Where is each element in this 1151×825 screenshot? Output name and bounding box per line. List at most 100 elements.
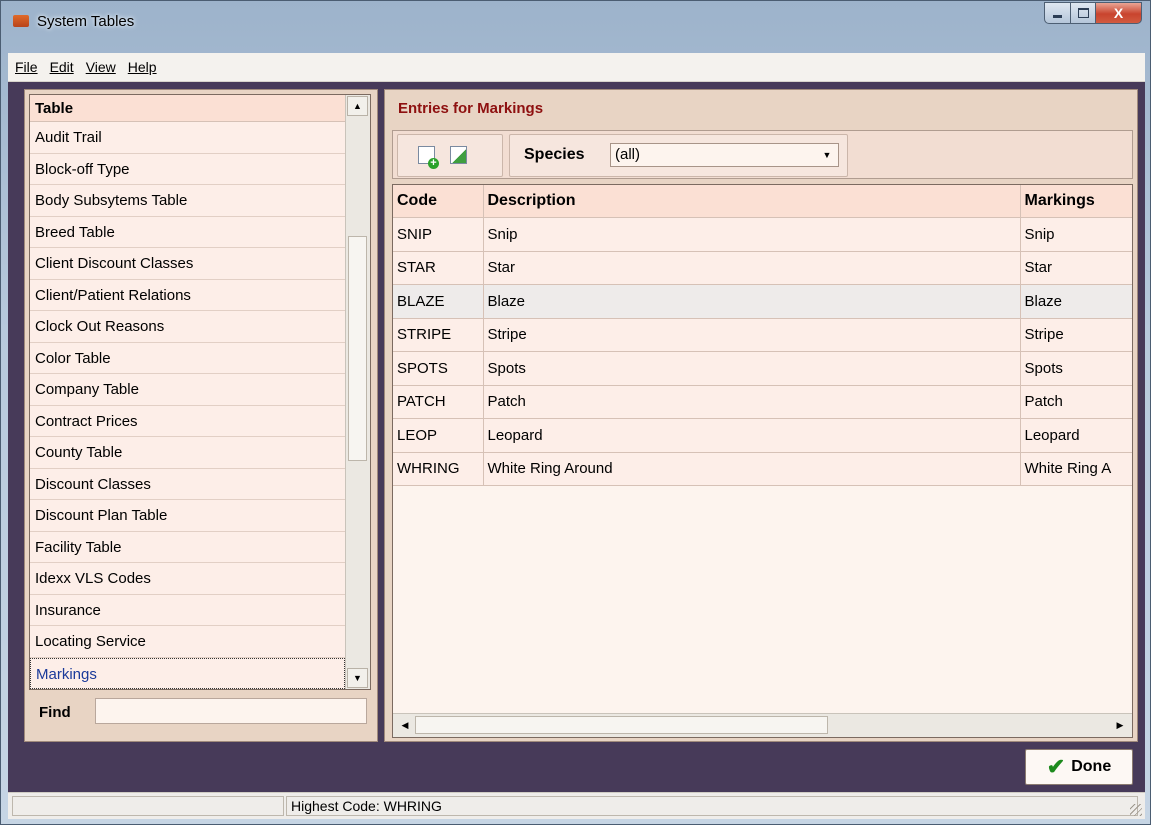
maximize-icon — [1077, 8, 1089, 18]
entries-table: Code Description Markings SNIP Snip Snip ST… — [393, 185, 1132, 486]
table-row[interactable]: STAR Star Star — [393, 251, 1132, 285]
species-select[interactable]: (all) ▼ — [610, 143, 839, 167]
title-bar[interactable]: System Tables X — [1, 1, 1150, 50]
code-cell[interactable]: STRIPE — [393, 318, 484, 352]
description-cell[interactable]: Spots — [483, 351, 1021, 386]
markings-cell[interactable]: Leopard — [1020, 418, 1132, 453]
entries-panel: Entries for Markings Species (all) ▼ — [384, 89, 1138, 742]
code-cell[interactable]: PATCH — [393, 385, 484, 419]
table-list-item[interactable]: Idexx VLS Codes — [30, 563, 345, 595]
entries-grid[interactable]: Code Description Markings SNIP Snip Snip ST… — [392, 184, 1133, 738]
find-input[interactable] — [95, 698, 367, 724]
table-list-item[interactable]: Clock Out Reasons — [30, 311, 345, 343]
scroll-down-button[interactable]: ▼ — [347, 668, 368, 688]
window-title: System Tables — [37, 13, 135, 30]
table-row[interactable]: STRIPE Stripe Stripe — [393, 318, 1132, 352]
minimize-icon — [1053, 14, 1062, 18]
markings-cell[interactable]: Patch — [1020, 385, 1132, 419]
table-list-item[interactable]: Company Table — [30, 374, 345, 406]
table-list-item[interactable]: Discount Classes — [30, 468, 345, 500]
description-cell[interactable]: Patch — [483, 385, 1021, 419]
code-cell[interactable]: LEOP — [393, 418, 484, 453]
table-list-item[interactable]: Breed Table — [30, 216, 345, 248]
table-list[interactable]: Table Audit Trail Block-off Type Body Subs… — [29, 94, 371, 690]
scroll-up-button[interactable]: ▲ — [347, 96, 368, 116]
entries-header-row: Code Description Markings — [393, 185, 1132, 218]
species-label: Species — [524, 146, 585, 163]
table-row[interactable]: BLAZE Blaze Blaze — [393, 284, 1132, 319]
table-list-rows: Audit Trail Block-off Type Body Subsytems … — [30, 122, 345, 689]
table-list-item[interactable]: Client/Patient Relations — [30, 279, 345, 311]
scroll-right-button[interactable]: ▶ — [1110, 715, 1130, 735]
markings-cell[interactable]: Stripe — [1020, 318, 1132, 352]
column-header-description[interactable]: Description — [483, 185, 1021, 218]
markings-cell[interactable]: White Ring A — [1020, 452, 1132, 486]
table-row[interactable]: SNIP Snip Snip — [393, 217, 1132, 252]
table-list-header[interactable]: Table — [30, 95, 345, 122]
description-cell[interactable]: Stripe — [483, 318, 1021, 352]
markings-cell[interactable]: Star — [1020, 251, 1132, 285]
minimize-button[interactable] — [1044, 2, 1071, 24]
toolbar-button-group — [397, 134, 503, 177]
entries-hscrollbar[interactable]: ◀ ▶ — [393, 713, 1132, 737]
table-list-item[interactable]: Color Table — [30, 342, 345, 374]
close-button[interactable]: X — [1096, 2, 1142, 24]
table-list-item[interactable]: Markings — [30, 657, 345, 689]
description-cell[interactable]: Blaze — [483, 284, 1021, 319]
resize-grip-icon[interactable] — [1130, 804, 1142, 816]
scroll-left-button[interactable]: ◀ — [395, 715, 415, 735]
table-list-item[interactable]: County Table — [30, 437, 345, 469]
code-cell[interactable]: STAR — [393, 251, 484, 285]
table-list-item[interactable]: Body Subsytems Table — [30, 185, 345, 217]
table-list-item[interactable]: Insurance — [30, 594, 345, 626]
find-label: Find — [39, 704, 71, 721]
entries-toolbar: Species (all) ▼ — [392, 130, 1133, 179]
hscroll-thumb[interactable] — [415, 716, 828, 734]
done-button[interactable]: ✔ Done — [1025, 749, 1133, 785]
table-list-item[interactable]: Audit Trail — [30, 122, 345, 154]
table-list-item[interactable]: Contract Prices — [30, 405, 345, 437]
menu-view[interactable]: View — [86, 59, 116, 75]
status-cell-left — [12, 796, 284, 816]
table-row[interactable]: LEOP Leopard Leopard — [393, 418, 1132, 453]
window-controls: X — [1044, 2, 1142, 24]
markings-cell[interactable]: Snip — [1020, 217, 1132, 252]
table-row[interactable]: SPOTS Spots Spots — [393, 351, 1132, 386]
table-list-panel: Table Audit Trail Block-off Type Body Subs… — [24, 89, 378, 742]
status-bar: Highest Code: WHRING — [8, 792, 1145, 819]
entries-title: Entries for Markings — [398, 100, 544, 117]
scroll-thumb[interactable] — [348, 236, 367, 461]
description-cell[interactable]: Snip — [483, 217, 1021, 252]
species-value: (all) — [615, 146, 640, 163]
table-list-item[interactable]: Facility Table — [30, 531, 345, 563]
markings-cell[interactable]: Blaze — [1020, 284, 1132, 319]
main-content: Table Audit Trail Block-off Type Body Subs… — [8, 82, 1145, 792]
description-cell[interactable]: White Ring Around — [483, 452, 1021, 486]
column-header-code[interactable]: Code — [393, 185, 484, 218]
column-header-markings[interactable]: Markings — [1020, 185, 1132, 218]
code-cell[interactable]: BLAZE — [393, 284, 484, 319]
edit-entry-icon[interactable] — [450, 146, 467, 164]
table-list-item[interactable]: Client Discount Classes — [30, 248, 345, 280]
menu-file[interactable]: File — [15, 59, 38, 75]
table-list-scrollbar[interactable]: ▲ ▼ — [345, 95, 370, 689]
menu-edit[interactable]: Edit — [50, 59, 74, 75]
table-list-item[interactable]: Discount Plan Table — [30, 500, 345, 532]
entries-rows: SNIP Snip Snip STAR Star Star BLAZE Blaze Blaze S… — [393, 217, 1132, 486]
table-list-item[interactable]: Block-off Type — [30, 153, 345, 185]
done-label: Done — [1071, 758, 1112, 775]
markings-cell[interactable]: Spots — [1020, 351, 1132, 386]
menu-help[interactable]: Help — [128, 59, 157, 75]
add-entry-icon[interactable] — [418, 146, 439, 169]
code-cell[interactable]: SPOTS — [393, 351, 484, 386]
table-row[interactable]: PATCH Patch Patch — [393, 385, 1132, 419]
code-cell[interactable]: WHRING — [393, 452, 484, 486]
code-cell[interactable]: SNIP — [393, 217, 484, 252]
maximize-button[interactable] — [1071, 2, 1096, 24]
chevron-down-icon[interactable]: ▼ — [818, 146, 836, 164]
description-cell[interactable]: Star — [483, 251, 1021, 285]
table-row[interactable]: WHRING White Ring Around White Ring A — [393, 452, 1132, 486]
find-area: Find — [29, 694, 371, 730]
table-list-item[interactable]: Locating Service — [30, 626, 345, 658]
description-cell[interactable]: Leopard — [483, 418, 1021, 453]
